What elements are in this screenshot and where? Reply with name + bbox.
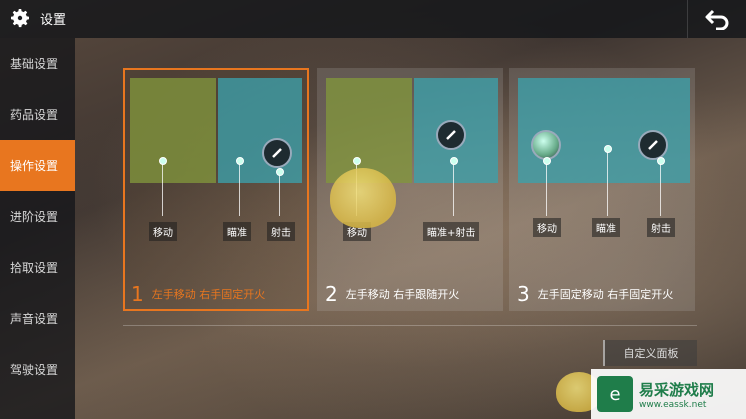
settings-sidebar: 基础设置 药品设置 操作设置 进阶设置 拾取设置 声音设置 驾驶设置 (0, 38, 75, 419)
aim-label: 瞄准 (592, 218, 620, 237)
aim-shoot-label: 瞄准+射击 (423, 222, 480, 241)
move-zone (130, 78, 216, 183)
aim-anchor-dot (236, 157, 244, 165)
layout-description: 左手移动 右手固定开火 (151, 288, 266, 301)
sidebar-item-controls[interactable]: 操作设置 (0, 140, 75, 191)
fire-button-icon (436, 120, 466, 150)
sidebar-item-basic[interactable]: 基础设置 (0, 38, 75, 89)
site-watermark: e 易采游戏网 www.eassk.net (591, 369, 746, 419)
move-zone (326, 78, 412, 183)
move-anchor-dot (543, 157, 551, 165)
layout-footer: 3 左手固定移动 右手固定开火 (511, 279, 693, 309)
aim-label: 瞄准 (223, 222, 251, 241)
move-anchor-dot (353, 157, 361, 165)
fire-button-icon (638, 130, 668, 160)
fixed-joystick-icon (531, 130, 561, 160)
back-button[interactable] (687, 0, 746, 38)
aim-zone (218, 78, 302, 183)
layout-footer: 2 左手移动 右手跟随开火 (319, 279, 501, 309)
shoot-anchor-dot (657, 157, 665, 165)
custom-panel-button[interactable]: 自定义面板 (603, 340, 697, 366)
sidebar-item-advanced[interactable]: 进阶设置 (0, 191, 75, 242)
aim-anchor-dot (604, 145, 612, 153)
shoot-label: 射击 (647, 218, 675, 237)
fire-button-icon (262, 138, 292, 168)
layout-number: 1 (131, 282, 144, 306)
watermark-logo-icon: e (597, 376, 633, 412)
move-anchor-dot (159, 157, 167, 165)
gear-icon (11, 9, 29, 28)
move-label: 移动 (149, 222, 177, 241)
layout-number: 3 (517, 282, 530, 306)
layout-option-3[interactable]: 移动 瞄准 射击 3 左手固定移动 右手固定开火 (509, 68, 695, 311)
sidebar-item-sound[interactable]: 声音设置 (0, 293, 75, 344)
watermark-name: 易采游戏网 (639, 380, 715, 399)
layout-description: 左手固定移动 右手固定开火 (537, 288, 674, 301)
aim-shoot-anchor-dot (450, 157, 458, 165)
page-title: 设置 (40, 12, 67, 28)
shoot-label: 射击 (267, 222, 295, 241)
sidebar-item-driving[interactable]: 驾驶设置 (0, 344, 75, 395)
section-divider (123, 325, 697, 326)
settings-header: 设置 (8, 6, 66, 30)
shoot-anchor-dot (276, 168, 284, 176)
layout-option-1[interactable]: 移动 瞄准 射击 1 左手移动 右手固定开火 (123, 68, 309, 311)
layout-footer: 1 左手移动 右手固定开火 (125, 279, 307, 309)
controls-content: 移动 瞄准 射击 1 左手移动 右手固定开火 移动 瞄准+射击 2 左手移动 右… (75, 38, 746, 419)
return-arrow-icon (705, 9, 729, 30)
move-label: 移动 (533, 218, 561, 237)
sidebar-item-pickup[interactable]: 拾取设置 (0, 242, 75, 293)
mascot-image (330, 168, 396, 228)
top-bar: 设置 (0, 0, 746, 38)
sidebar-item-medicine[interactable]: 药品设置 (0, 89, 75, 140)
layout-number: 2 (325, 282, 338, 306)
layout-description: 左手移动 右手跟随开火 (345, 288, 460, 301)
watermark-url: www.eassk.net (639, 399, 707, 410)
